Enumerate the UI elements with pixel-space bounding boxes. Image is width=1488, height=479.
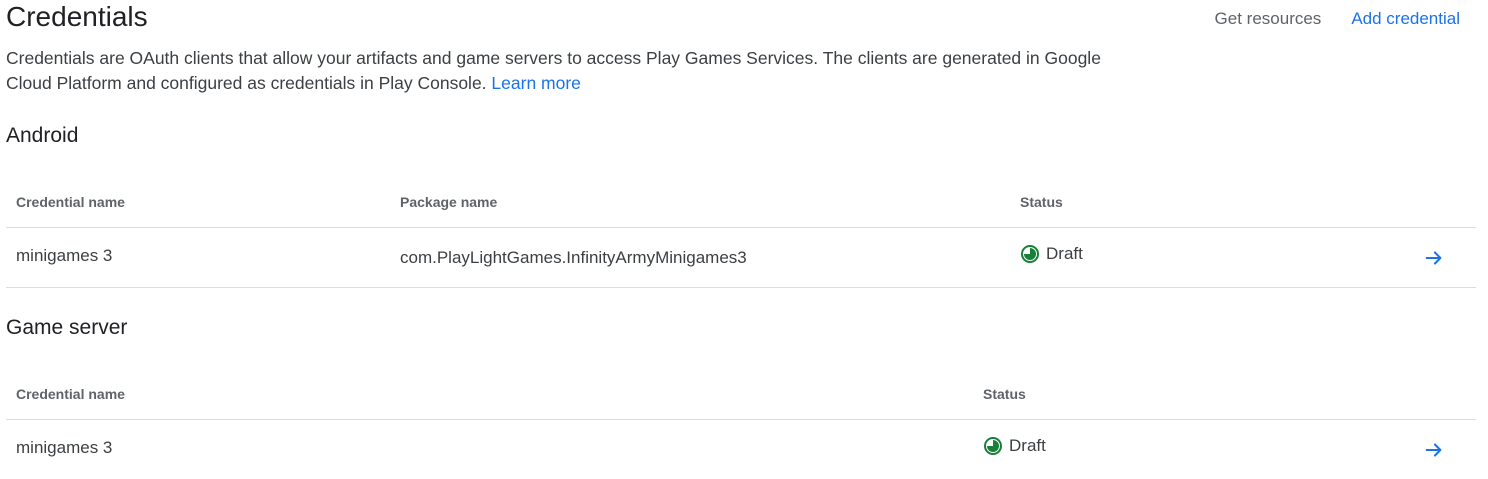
android-credentials-table: Credential name Package name Status mini…	[6, 172, 1476, 288]
column-header-credential-name: Credential name	[16, 194, 125, 210]
table-header: Credential name Status	[6, 364, 1476, 419]
get-resources-button[interactable]: Get resources	[1215, 6, 1322, 32]
arrow-forward-icon	[1425, 251, 1442, 265]
status-cell: Draft	[1020, 243, 1083, 265]
column-header-status: Status	[1020, 194, 1063, 210]
page-description: Credentials are OAuth clients that allow…	[6, 46, 1146, 96]
credential-name: minigames 3	[16, 438, 113, 457]
column-header-status: Status	[983, 386, 1026, 402]
column-header-credential-name: Credential name	[16, 386, 125, 402]
package-name: com.PlayLightGames.InfinityArmyMinigames…	[400, 248, 747, 267]
status-label: Draft	[1046, 244, 1083, 263]
game-server-credentials-table: Credential name Status minigames 3 Draft	[6, 364, 1476, 479]
add-credential-button[interactable]: Add credential	[1351, 6, 1460, 32]
draft-status-icon	[983, 436, 1003, 456]
column-header-package-name: Package name	[400, 194, 498, 210]
table-row[interactable]: minigames 3 Draft	[6, 419, 1476, 479]
arrow-forward-icon	[1425, 443, 1442, 457]
credential-name: minigames 3	[16, 246, 113, 265]
credentials-page: Credentials Get resources Add credential…	[0, 0, 1488, 479]
status-cell: Draft	[983, 435, 1046, 457]
status-label: Draft	[1009, 436, 1046, 455]
header-actions: Get resources Add credential	[1215, 6, 1460, 32]
learn-more-link[interactable]: Learn more	[491, 73, 581, 93]
android-section-title: Android	[6, 124, 79, 147]
table-row[interactable]: minigames 3 com.PlayLightGames.InfinityA…	[6, 227, 1476, 288]
page-title: Credentials	[6, 1, 148, 32]
table-header: Credential name Package name Status	[6, 172, 1476, 227]
draft-status-icon	[1020, 244, 1040, 264]
open-credential-button[interactable]	[1420, 436, 1448, 464]
open-credential-button[interactable]	[1420, 244, 1448, 272]
game-server-section-title: Game server	[6, 316, 128, 339]
